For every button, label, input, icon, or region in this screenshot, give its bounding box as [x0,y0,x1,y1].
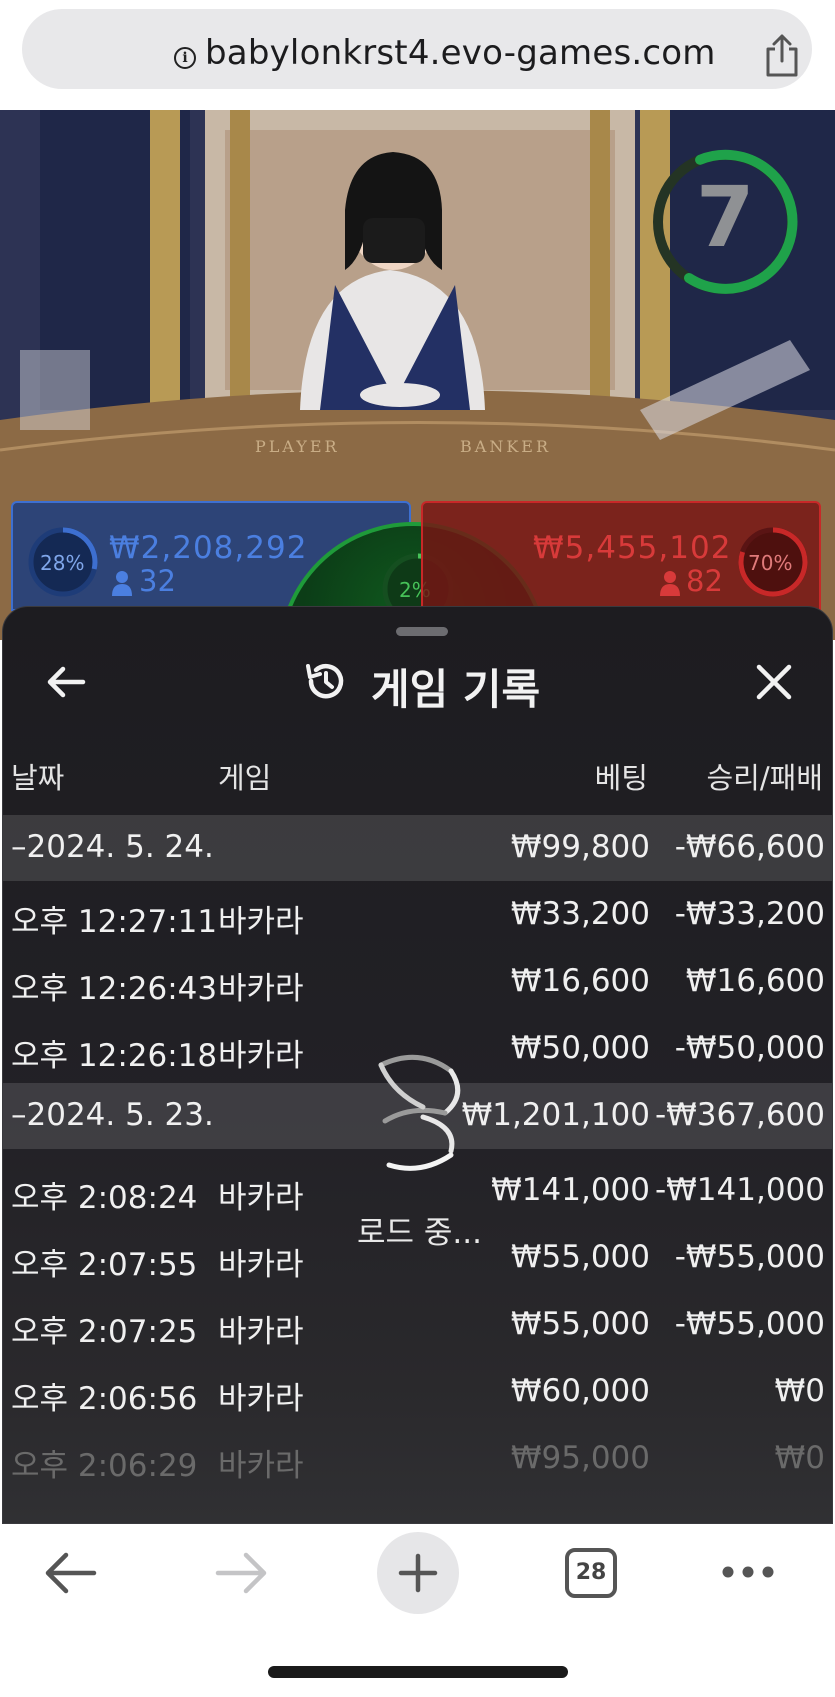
history-row: 오후 2:06:56 바카라 ₩60,000 ₩0 [3,1359,832,1425]
row-game: 바카라 [218,1381,304,1417]
row-winloss: -₩367,600 [654,1097,825,1133]
history-row: 오후 12:27:11 바카라 ₩33,200 -₩33,200 [3,882,832,948]
row-winloss: -₩33,200 [674,896,825,932]
player-percent: 28% [40,551,85,575]
game-history-sheet: 게임 기록 날짜 게임 베팅 승리/패배 –2024. 5. 24. ₩99,80… [2,606,833,1524]
row-game: 바카라 [218,971,304,1007]
row-bet: ₩141,000 [491,1172,650,1208]
more-dots-icon[interactable] [720,1562,776,1582]
url-text[interactable]: babylonkrst4.evo-games.com [205,33,716,73]
history-row: 오후 2:06:29 바카라 ₩95,000 ₩0 [3,1426,832,1492]
row-date: 오후 12:26:18 [11,1038,218,1074]
share-icon[interactable] [762,33,802,79]
column-header-bet: 베팅 [594,761,648,795]
player-count: 32 [139,564,176,598]
banker-table-label: BANKER [460,437,551,456]
countdown-timer: 7 [696,168,755,266]
address-bar[interactable]: i babylonkrst4.evo-games.com [22,9,812,89]
row-date: 오후 12:26:43 [11,971,218,1007]
row-winloss: -₩141,000 [654,1172,825,1208]
loading-text: 로드 중... [357,1215,482,1251]
row-bet: ₩1,201,100 [461,1097,650,1133]
arrow-left-icon[interactable] [42,1548,98,1598]
banker-count: 82 [686,564,723,598]
tabs-count-button[interactable]: 28 [565,1548,617,1598]
row-bet: ₩60,000 [510,1373,650,1409]
column-header-game: 게임 [218,761,272,795]
row-bet: ₩33,200 [510,896,650,932]
column-header-date: 날짜 [11,761,65,795]
row-game: 바카라 [218,1314,304,1350]
info-icon[interactable]: i [174,47,196,69]
sheet-drag-handle[interactable] [396,627,448,636]
column-header-winloss: 승리/패배 [706,761,824,795]
history-date-row[interactable]: –2024. 5. 24. ₩99,800 -₩66,600 [3,815,832,881]
row-winloss: ₩0 [774,1373,825,1409]
arrow-right-icon[interactable] [214,1548,270,1598]
browser-toolbar: 28 [0,1524,835,1697]
player-bet-amount: ₩2,208,292 [109,530,308,566]
row-game: 바카라 [218,1180,304,1216]
row-winloss: ₩16,600 [685,963,825,999]
player-table-label: PLAYER [255,437,340,456]
row-date: 오후 2:06:29 [11,1448,198,1484]
row-date: –2024. 5. 23. [11,1097,214,1133]
banker-bet-amount: ₩5,455,102 [533,530,732,566]
banker-bet-panel[interactable]: ₩5,455,102 82 70% [421,501,821,611]
history-row: 오후 12:26:43 바카라 ₩16,600 ₩16,600 [3,949,832,1015]
history-icon [306,664,344,699]
row-date: 오후 2:07:55 [11,1247,198,1283]
row-bet: ₩16,600 [510,963,650,999]
banker-count-icon [660,571,680,596]
plus-icon [398,1553,438,1593]
row-game: 바카라 [218,1038,304,1074]
row-winloss: -₩66,600 [674,829,825,865]
row-date: 오후 2:07:25 [11,1314,198,1350]
row-date: 오후 2:08:24 [11,1180,198,1216]
banker-percent: 70% [748,551,793,575]
row-winloss: -₩55,000 [674,1306,825,1342]
row-bet: ₩55,000 [510,1306,650,1342]
history-row: 오후 2:07:25 바카라 ₩55,000 -₩55,000 [3,1292,832,1358]
close-icon[interactable] [751,659,797,705]
row-winloss: -₩50,000 [674,1030,825,1066]
row-game: 바카라 [218,1247,304,1283]
loading-spinner-icon [378,1054,461,1171]
home-indicator [268,1666,568,1678]
row-date: 오후 2:06:56 [11,1381,198,1417]
row-date: 오후 12:27:11 [11,904,218,940]
row-game: 바카라 [218,1448,304,1484]
sheet-title-text: 게임 기록 [371,665,541,714]
row-winloss: ₩0 [774,1440,825,1476]
back-arrow-icon[interactable] [43,659,89,705]
row-bet: ₩55,000 [510,1239,650,1275]
row-date: –2024. 5. 24. [11,829,214,865]
player-count-icon [112,571,132,596]
row-bet: ₩50,000 [510,1030,650,1066]
row-game: 바카라 [218,904,304,940]
row-winloss: -₩55,000 [674,1239,825,1275]
row-bet: ₩95,000 [510,1440,650,1476]
new-tab-button[interactable] [377,1532,459,1614]
row-bet: ₩99,800 [510,829,650,865]
